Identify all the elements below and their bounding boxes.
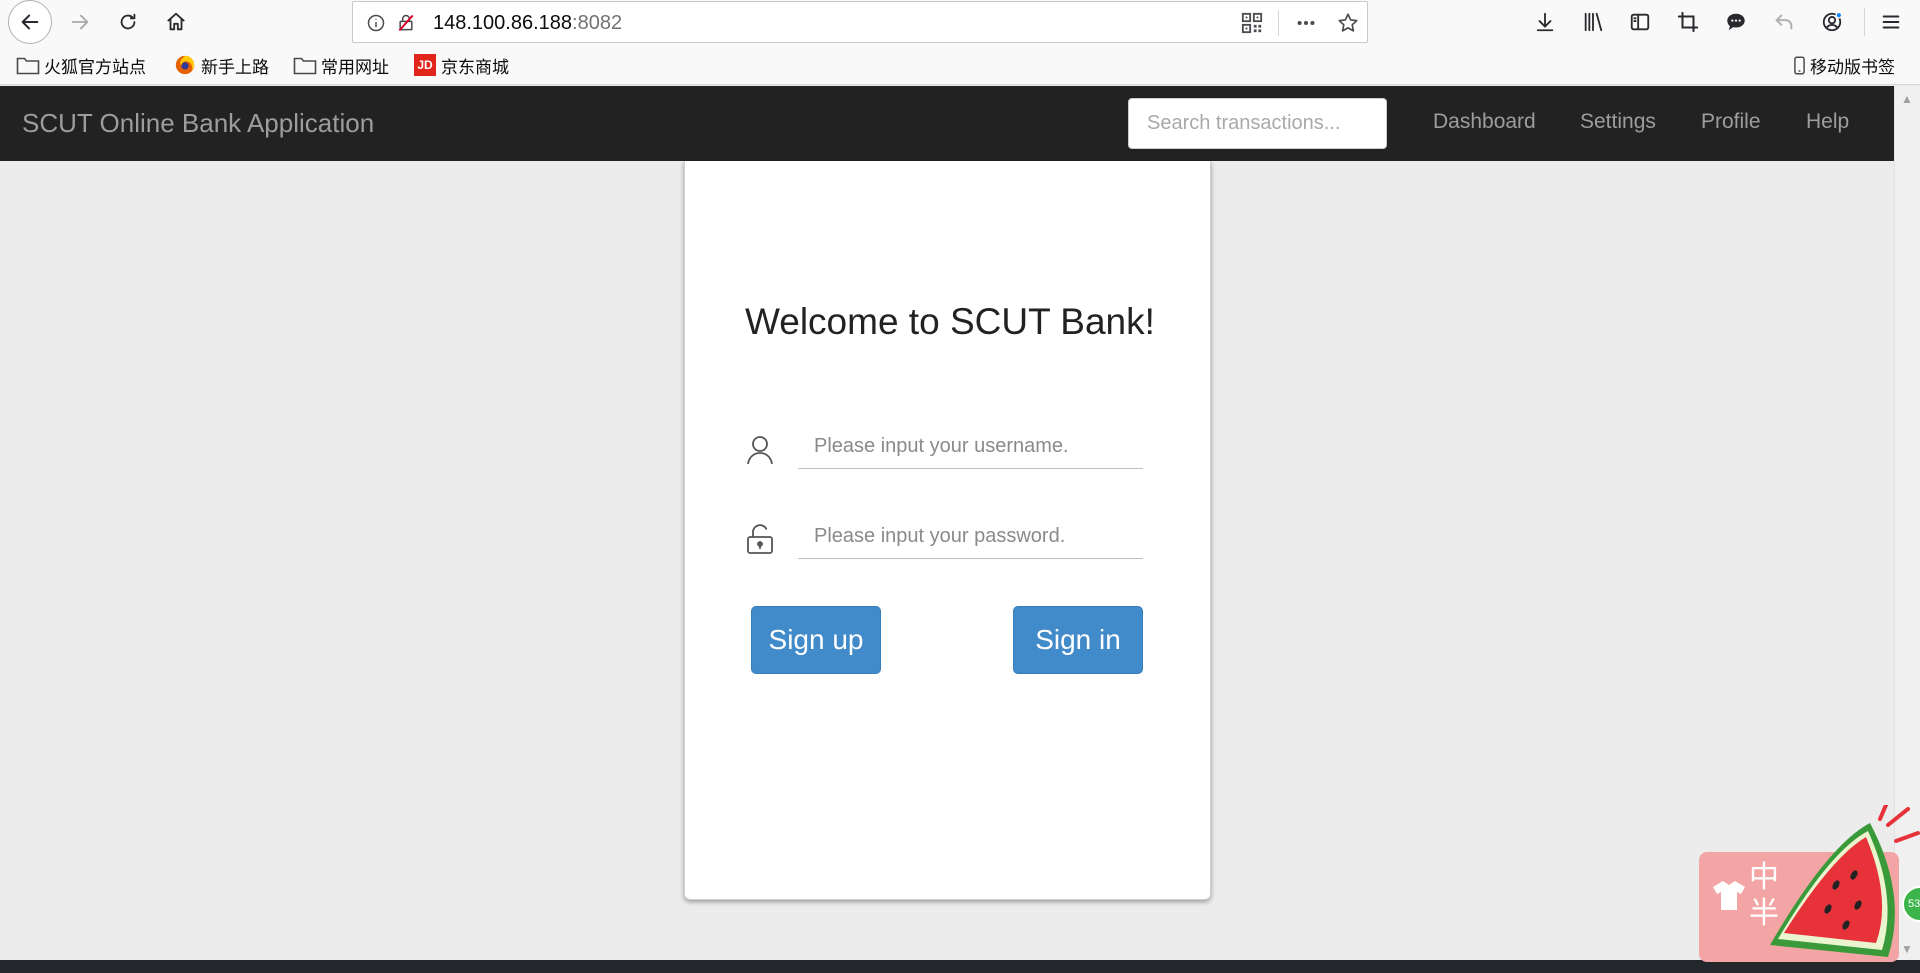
- insecure-lock-icon[interactable]: [395, 12, 417, 34]
- bookmark-label: 常用网址: [321, 57, 389, 77]
- hamburger-menu-icon: [1882, 15, 1900, 29]
- url-port: :8082: [572, 12, 623, 34]
- undo-button[interactable]: [1766, 4, 1802, 40]
- os-taskbar: [0, 960, 1920, 973]
- jd-logo: JD: [414, 54, 436, 76]
- toolbar-divider: [1864, 8, 1865, 36]
- urlbar-divider: [1278, 10, 1279, 36]
- qr-code-icon[interactable]: [1241, 12, 1263, 34]
- bookmark-label: 火狐官方站点: [44, 57, 146, 77]
- account-icon: [1822, 11, 1843, 32]
- mobile-bookmarks[interactable]: 移动版书签: [1792, 54, 1895, 77]
- download-icon: [1536, 12, 1554, 32]
- chat-bubble-icon: [1727, 13, 1745, 31]
- login-card: Welcome to SCUT Bank! Sign up Sign in: [684, 161, 1211, 900]
- undo-icon: [1775, 14, 1793, 30]
- info-icon[interactable]: [365, 12, 387, 34]
- crop-icon: [1677, 11, 1699, 33]
- menu-button[interactable]: [1873, 4, 1909, 40]
- library-button[interactable]: [1575, 4, 1611, 40]
- search-transactions-input[interactable]: [1128, 98, 1387, 149]
- bookmark-jd-mall[interactable]: JD 京东商城: [413, 54, 509, 77]
- bookmarks-toolbar: 火狐官方站点 新手上路 常用网址 JD 京东商城 移动版书签: [0, 44, 1920, 85]
- app-navbar: SCUT Online Bank Application Dashboard S…: [0, 86, 1894, 161]
- url-host: 148.100.86.188: [433, 12, 573, 34]
- nav-link-dashboard[interactable]: Dashboard: [1433, 110, 1536, 134]
- unlock-icon: [745, 523, 775, 555]
- arrow-right-icon: [71, 14, 89, 30]
- jd-icon: JD: [413, 54, 437, 76]
- bookmark-label: 移动版书签: [1810, 57, 1895, 77]
- nav-link-settings[interactable]: Settings: [1580, 110, 1656, 134]
- library-icon: [1584, 12, 1603, 32]
- watermelon-icon[interactable]: [1758, 805, 1920, 965]
- phone-icon: [1792, 54, 1806, 76]
- welcome-heading: Welcome to SCUT Bank!: [745, 301, 1155, 342]
- nav-link-help[interactable]: Help: [1806, 110, 1849, 134]
- nav-link-profile[interactable]: Profile: [1701, 110, 1761, 134]
- bookmark-common-sites[interactable]: 常用网址: [293, 54, 389, 77]
- bookmark-firefox-site[interactable]: 火狐官方站点: [16, 54, 146, 77]
- username-input[interactable]: [798, 425, 1143, 469]
- forward-button[interactable]: [62, 4, 98, 40]
- bookmark-label: 新手上路: [201, 57, 269, 77]
- user-icon: [745, 434, 775, 466]
- bookmark-star-icon[interactable]: [1337, 12, 1359, 34]
- folder-icon: [293, 54, 317, 76]
- downloads-button[interactable]: [1527, 4, 1563, 40]
- sidebar-icon: [1630, 13, 1650, 31]
- reload-icon: [120, 13, 136, 30]
- bookmark-label: 京东商城: [441, 57, 509, 77]
- url-text[interactable]: 148.100.86.188:8082: [433, 12, 622, 35]
- folder-icon: [16, 54, 40, 76]
- back-button[interactable]: [8, 0, 52, 44]
- scroll-up-icon[interactable]: ▲: [1901, 92, 1913, 106]
- tshirt-icon[interactable]: [1711, 878, 1747, 912]
- home-icon: [167, 12, 185, 31]
- password-input[interactable]: [798, 515, 1143, 559]
- url-bar[interactable]: 148.100.86.188:8082: [352, 1, 1368, 43]
- sidebar-button[interactable]: [1622, 4, 1658, 40]
- firefox-icon: [173, 54, 197, 76]
- reload-button[interactable]: [110, 4, 146, 40]
- home-button[interactable]: [158, 4, 194, 40]
- sign-in-button[interactable]: Sign in: [1013, 606, 1143, 674]
- browser-toolbar: 148.100.86.188:8082: [0, 0, 1920, 44]
- screenshot-button[interactable]: [1670, 4, 1706, 40]
- page-actions-icon[interactable]: [1295, 12, 1317, 34]
- brand-title[interactable]: SCUT Online Bank Application: [22, 108, 374, 139]
- sign-up-button[interactable]: Sign up: [751, 606, 881, 674]
- bookmark-getting-started[interactable]: 新手上路: [173, 54, 269, 77]
- arrow-left-icon: [21, 14, 39, 30]
- chat-button[interactable]: [1718, 4, 1754, 40]
- account-button[interactable]: [1814, 4, 1850, 40]
